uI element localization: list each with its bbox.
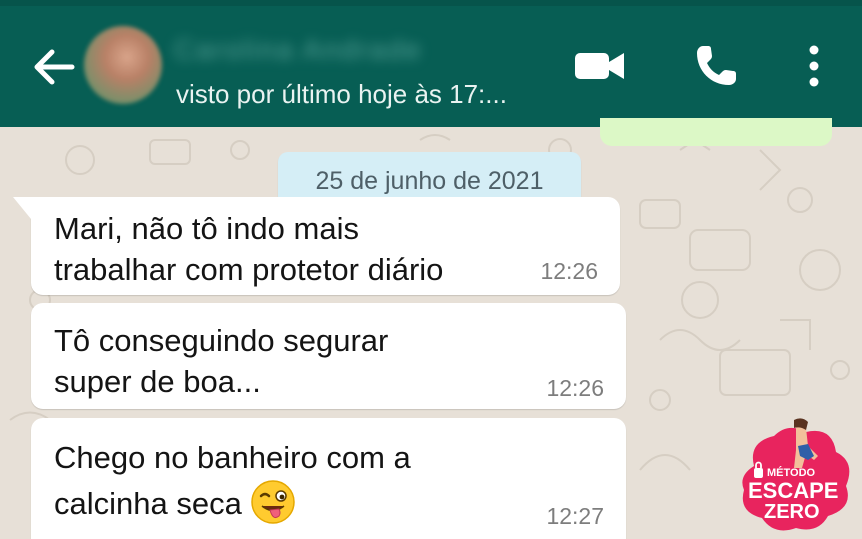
winking-face-with-tongue-icon [251,480,295,524]
chat-screen: Carolina Andrade visto por último hoje à… [0,0,862,539]
message-text: Tô conseguindo segurar super de boa... [54,320,388,402]
previous-outgoing-bubble [600,118,832,146]
video-call-icon[interactable] [574,49,626,83]
chat-header: Carolina Andrade visto por último hoje à… [0,0,862,127]
message-line: Mari, não tô indo mais [54,211,359,246]
more-vertical-icon[interactable] [803,44,825,88]
message-time: 12:27 [546,503,604,529]
metodo-escape-zero-logo: MÉTODO ESCAPE ZERO [742,418,850,531]
logo-text-escape: ESCAPE [748,478,838,503]
avatar[interactable] [84,26,162,104]
message-bubble[interactable]: Tô conseguindo segurar super de boa... 1… [31,303,626,409]
message-bubble[interactable]: Chego no banheiro com a calcinha seca 12… [31,418,626,539]
message-line: trabalhar com protetor diário [54,252,444,287]
message-line: Chego no banheiro com a [54,440,411,475]
phone-icon[interactable] [694,44,738,88]
message-text: Mari, não tô indo mais trabalhar com pro… [54,208,443,290]
status-bar-edge [0,0,862,6]
message-line: super de boa... [54,364,261,399]
message-line: Tô conseguindo segurar [54,323,389,358]
message-line: calcinha seca [54,480,411,529]
bubble-tail [13,197,31,219]
message-text: Chego no banheiro com a calcinha seca [54,435,411,529]
message-bubble[interactable]: Mari, não tô indo mais trabalhar com pro… [13,197,620,295]
logo-text-zero: ZERO [764,501,820,523]
back-arrow-icon[interactable] [28,42,78,92]
contact-name[interactable]: Carolina Andrade [174,34,504,64]
message-time: 12:26 [540,258,598,284]
last-seen-status: visto por último hoje às 17:... [176,79,507,109]
message-time: 12:26 [546,375,604,401]
message-line-text: calcinha seca [54,486,242,521]
